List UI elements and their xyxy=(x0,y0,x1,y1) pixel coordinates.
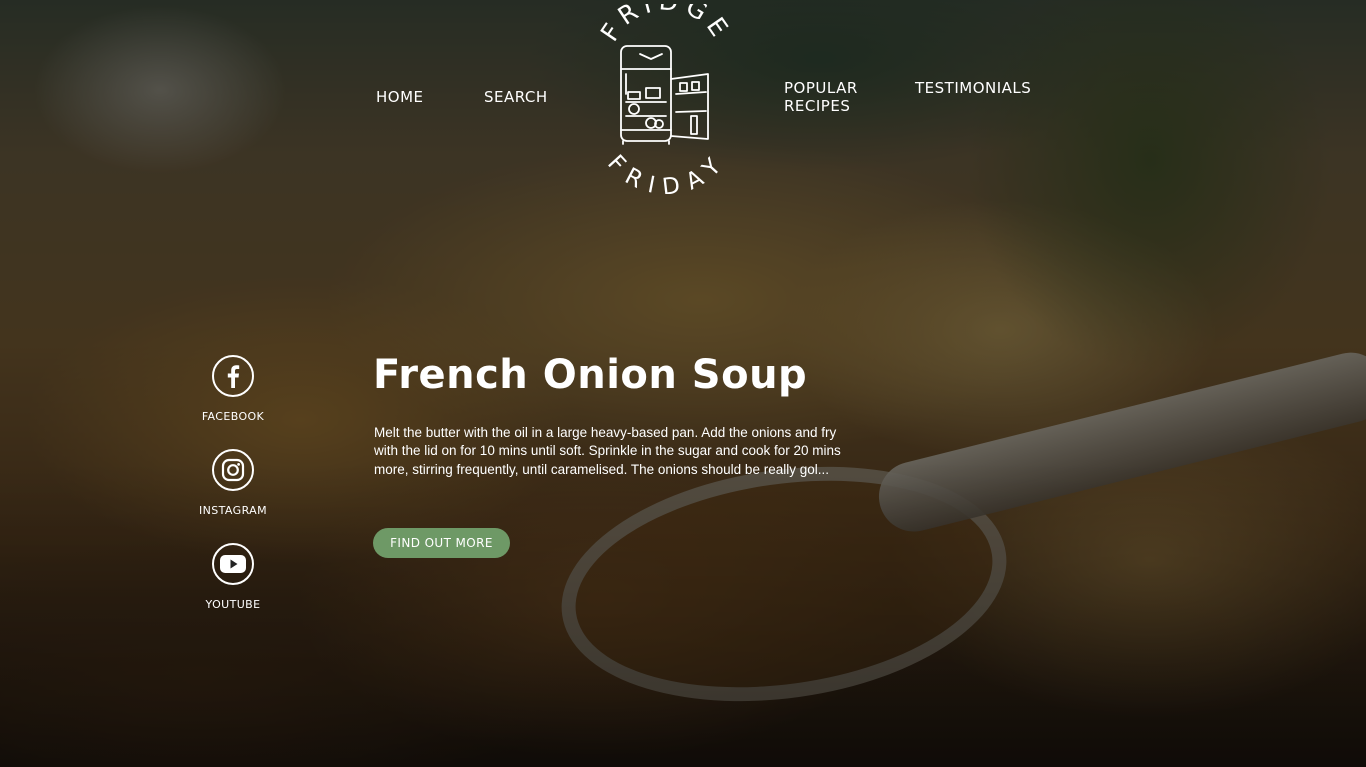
social-facebook[interactable]: FACEBOOK xyxy=(193,355,273,423)
youtube-label[interactable]: YOUTUBE xyxy=(193,598,273,611)
site-logo[interactable]: FRIDGE FRIDAY xyxy=(595,0,736,201)
social-youtube[interactable]: YOUTUBE xyxy=(193,543,273,611)
instagram-icon xyxy=(221,458,245,482)
recipe-description: Melt the butter with the oil in a large … xyxy=(374,425,841,477)
nav-home-link[interactable]: HOME xyxy=(376,88,424,106)
open-fridge-icon xyxy=(620,45,709,145)
instagram-icon-circle[interactable] xyxy=(212,449,254,491)
social-instagram[interactable]: INSTAGRAM xyxy=(193,449,273,517)
youtube-icon-circle[interactable] xyxy=(212,543,254,585)
facebook-icon-circle[interactable] xyxy=(212,355,254,397)
youtube-icon xyxy=(220,555,246,573)
nav-testimonials-link[interactable]: TESTIMONIALS xyxy=(915,79,1031,97)
nav-search-link[interactable]: SEARCH xyxy=(484,88,548,106)
fridge-friday-logo: FRIDGE FRIDAY xyxy=(595,0,736,201)
facebook-icon xyxy=(227,365,240,388)
recipe-title: French Onion Soup xyxy=(373,352,808,398)
find-out-more-button[interactable]: FIND OUT MORE xyxy=(373,528,510,558)
logo-bottom-text: FRIDAY xyxy=(602,150,730,194)
logo-top-text: FRIDGE xyxy=(596,4,736,46)
facebook-label[interactable]: FACEBOOK xyxy=(193,410,273,423)
nav-popular-recipes-link[interactable]: POPULAR RECIPES xyxy=(784,79,874,115)
instagram-label[interactable]: INSTAGRAM xyxy=(193,504,273,517)
